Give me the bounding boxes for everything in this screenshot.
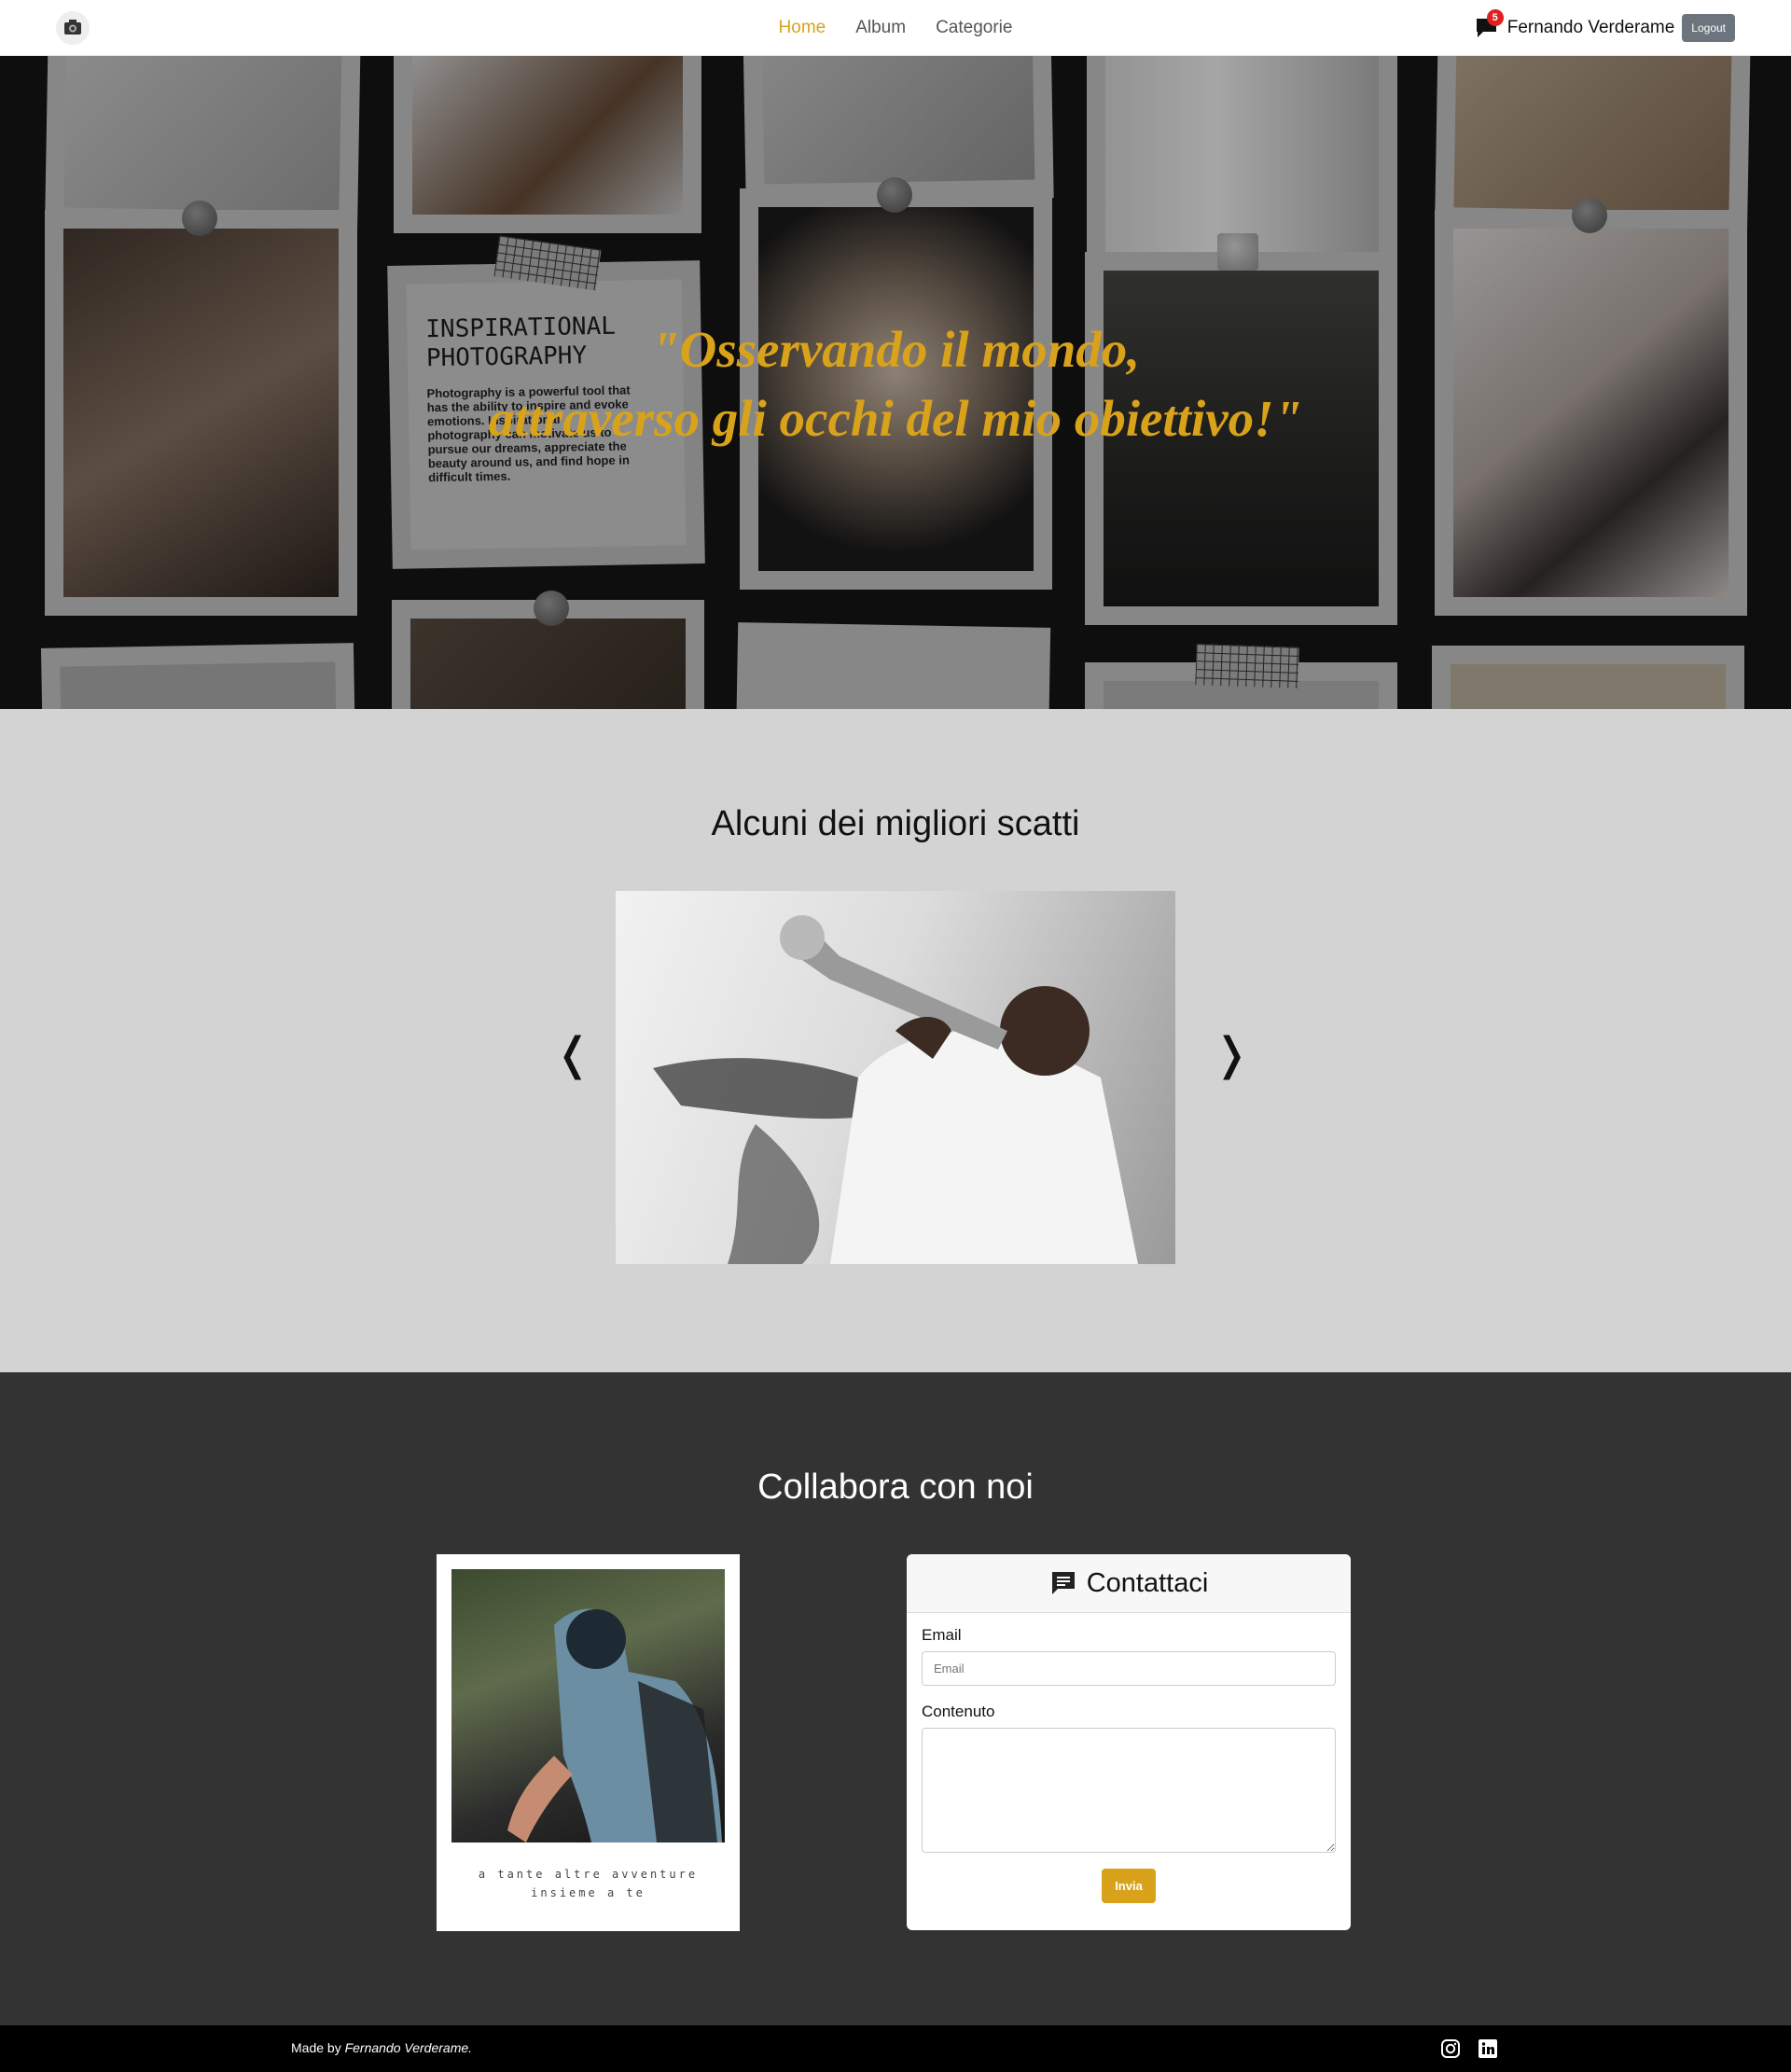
user-name: Fernando Verderame <box>1506 18 1675 37</box>
user-area: 5 Fernando Verderame Logout <box>1474 9 1735 43</box>
polaroid-caption-line1: a tante altre avventure <box>478 1868 699 1881</box>
polaroid-caption-line2: insieme a te <box>531 1886 646 1899</box>
collab-title: Collabora con noi <box>757 1467 1034 1507</box>
footer-made-by: Made by <box>291 2040 341 2055</box>
footer-author: Fernando Verderame. <box>344 2040 473 2055</box>
nav-link-album[interactable]: Album <box>855 18 906 38</box>
polaroid-image <box>451 1569 725 1843</box>
content-textarea[interactable] <box>922 1728 1336 1853</box>
camera-logo-icon[interactable] <box>56 11 90 45</box>
logout-button[interactable]: Logout <box>1682 14 1735 42</box>
nav-link-home[interactable]: Home <box>779 18 826 38</box>
polaroid-card: a tante altre avventure insieme a te <box>437 1554 740 1931</box>
chevron-right-icon[interactable]: ❭ <box>1213 1031 1250 1078</box>
chevron-left-icon[interactable]: ❬ <box>554 1031 591 1078</box>
polaroid-caption: a tante altre avventure insieme a te <box>451 1865 725 1902</box>
content-label: Contenuto <box>922 1703 995 1720</box>
contact-title: Contattaci <box>1086 1567 1209 1598</box>
hero-quote: "Osservando il mondo, attraverso gli occ… <box>0 315 1791 453</box>
carousel-image[interactable] <box>616 891 1175 1264</box>
notification-badge: 5 <box>1486 9 1504 26</box>
nav-link-categorie[interactable]: Categorie <box>936 18 1012 38</box>
contact-card: Contattaci Email Contenuto Invia <box>907 1554 1351 1930</box>
email-field[interactable] <box>922 1651 1336 1686</box>
collab-section: Collabora con noi a tante altre avventur… <box>0 1372 1791 2025</box>
hero-quote-line1: "Osservando il mondo, <box>650 321 1141 378</box>
linkedin-icon[interactable] <box>1477 2037 1499 2060</box>
instagram-icon[interactable] <box>1439 2037 1462 2060</box>
messages-button[interactable]: 5 <box>1474 9 1504 41</box>
trumpet-player-image <box>653 915 1138 1264</box>
best-shots-section: Alcuni dei migliori scatti ❬ ❭ <box>0 709 1791 1372</box>
send-button[interactable]: Invia <box>1102 1869 1156 1903</box>
footer: Made by Fernando Verderame. <box>0 2025 1791 2072</box>
navbar: Home Album Categorie 5 Fernando Verderam… <box>0 0 1791 56</box>
best-shots-title: Alcuni dei migliori scatti <box>711 804 1080 843</box>
footer-credit: Made by Fernando Verderame. <box>291 2040 472 2055</box>
chat-icon <box>1051 1572 1075 1594</box>
hero-section: INSPIRATIONAL PHOTOGRAPHY Photography is… <box>0 56 1791 709</box>
contact-header: Contattaci <box>907 1554 1351 1613</box>
hero-quote-line2: attraverso gli occhi del mio obiettivo!" <box>488 390 1303 447</box>
email-label: Email <box>922 1626 962 1644</box>
contact-form: Email Contenuto Invia <box>907 1613 1351 1916</box>
